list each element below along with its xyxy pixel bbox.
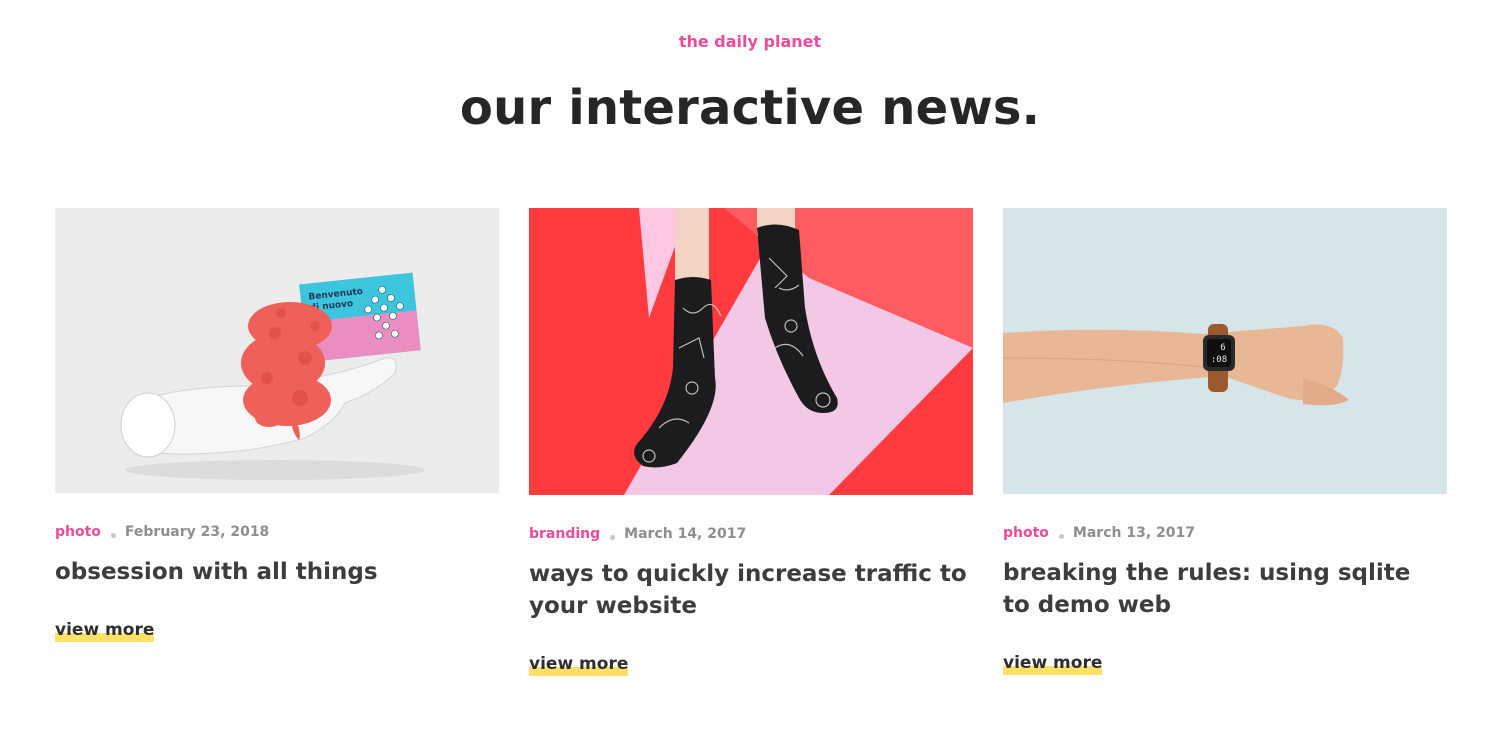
post-date: March 13, 2017	[1072, 525, 1195, 541]
category-link[interactable]: photo	[1003, 525, 1049, 541]
news-card: branding March 14, 2017 ways to quickly i…	[529, 208, 973, 688]
view-more-link[interactable]: view more	[55, 620, 155, 642]
post-meta: photo February 23, 2018	[55, 524, 269, 540]
view-more-link[interactable]: view more	[529, 654, 629, 676]
card-image[interactable]	[529, 208, 973, 495]
news-card: Benvenuto di nuovo photo February 23, 20…	[55, 208, 499, 658]
post-title[interactable]: obsession with all things	[55, 556, 495, 588]
section-kicker: the daily planet	[678, 32, 822, 51]
post-title[interactable]: breaking the rules: using sqlite to demo…	[1003, 557, 1443, 621]
post-meta: branding March 14, 2017	[529, 526, 746, 542]
section-headline: our interactive news.	[459, 80, 1041, 136]
post-date: March 14, 2017	[624, 526, 747, 542]
post-title[interactable]: ways to quickly increase traffic to your…	[529, 558, 969, 622]
category-link[interactable]: photo	[55, 524, 101, 540]
meta-separator-dot	[110, 533, 116, 538]
category-link[interactable]: branding	[529, 526, 600, 542]
view-more-link[interactable]: view more	[1003, 653, 1103, 675]
news-card: 6 :08 photo March 13, 2017 breaking the r…	[1003, 208, 1447, 688]
card-image[interactable]: 6 :08	[1003, 208, 1447, 494]
smartwatch-arm-image: 6 :08	[1003, 208, 1447, 494]
sorbet-hand-image: Benvenuto di nuovo	[55, 208, 499, 493]
card-image[interactable]: Benvenuto di nuovo	[55, 208, 499, 493]
meta-separator-dot	[610, 535, 616, 540]
watch-display-hour: 6	[1220, 343, 1225, 353]
post-date: February 23, 2018	[124, 524, 270, 540]
meta-separator-dot	[1058, 534, 1064, 539]
watch-display-minutes: :08	[1211, 355, 1227, 365]
socks-image	[529, 208, 973, 495]
post-meta: photo March 13, 2017	[1003, 525, 1195, 541]
